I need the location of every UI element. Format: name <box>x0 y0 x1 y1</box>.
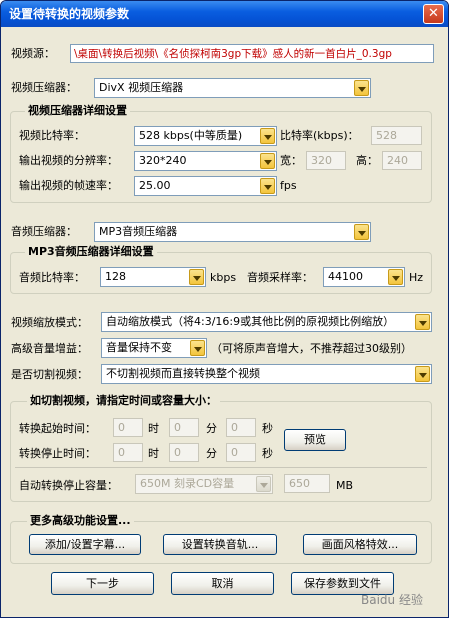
minute-unit: 分 <box>206 447 217 460</box>
cancel-button[interactable]: 取消 <box>171 572 274 595</box>
width-input[interactable]: 320 <box>306 151 346 170</box>
chevron-down-icon[interactable] <box>415 314 430 330</box>
video-bitrate-select[interactable]: 528 kbps(中等质量) <box>134 126 277 146</box>
second-unit: 秒 <box>262 422 273 435</box>
subtitle-button[interactable]: 添加/设置字幕... <box>29 534 141 555</box>
samplerate-label: 音频采样率： <box>247 271 313 284</box>
stop-hour-input[interactable]: 0 <box>113 443 143 462</box>
advanced-title: 更多高级功能设置... <box>27 514 134 528</box>
capacity-custom-input[interactable]: 650 <box>284 474 330 493</box>
cut-divider <box>15 467 427 468</box>
video-details-title: 视频压缩器详细设置 <box>25 104 130 118</box>
bitrate-custom-label: 比特率(kbps)： <box>280 129 359 142</box>
chevron-down-icon[interactable] <box>260 178 275 194</box>
resolution-label: 输出视频的分辨率： <box>19 154 118 167</box>
chevron-down-icon[interactable] <box>354 224 369 240</box>
audio-bitrate-label: 音频比特率： <box>19 271 85 284</box>
chevron-down-icon[interactable] <box>415 366 430 382</box>
stop-minute-input[interactable]: 0 <box>169 443 199 462</box>
scale-mode-select[interactable]: 自动缩放模式（将4:3/16:9或其他比例的原视频比例缩放） <box>101 312 432 332</box>
dialog-window: 设置待转换的视频参数 ✕ 视频源： \桌面\转换后视频\《名侦探柯南3gp下载》… <box>0 0 449 618</box>
capacity-select[interactable]: 650M 刻录CD容量 <box>135 474 273 494</box>
audio-bitrate-select[interactable]: 128 <box>100 267 206 287</box>
video-codec-select[interactable]: DivX 视频压缩器 <box>94 78 371 98</box>
height-label: 高： <box>356 154 378 167</box>
capacity-unit: MB <box>336 479 354 492</box>
effects-button[interactable]: 画面风格特效... <box>303 534 417 555</box>
height-input[interactable]: 240 <box>382 151 422 170</box>
capacity-value: 650M 刻录CD容量 <box>140 477 235 490</box>
samplerate-unit: Hz <box>409 271 424 284</box>
volume-gain-value: 音量保持不变 <box>106 341 172 354</box>
audio-codec-value: MP3音频压缩器 <box>99 225 178 238</box>
resolution-value: 320*240 <box>139 154 187 167</box>
start-time-label: 转换起始时间： <box>19 422 96 435</box>
volume-gain-select[interactable]: 音量保持不变 <box>101 338 207 358</box>
cut-video-select[interactable]: 不切割视频而直接转换整个视频 <box>101 364 432 384</box>
framerate-unit: fps <box>280 179 297 192</box>
start-second-input[interactable]: 0 <box>226 418 256 437</box>
start-hour-input[interactable]: 0 <box>113 418 143 437</box>
title-bar[interactable]: 设置待转换的视频参数 ✕ <box>1 1 448 27</box>
video-codec-value: DivX 视频压缩器 <box>99 81 184 94</box>
samplerate-value: 44100 <box>328 270 363 283</box>
cut-video-label: 是否切割视频： <box>11 368 88 381</box>
source-path-field[interactable]: \桌面\转换后视频\《名侦探柯南3gp下载》感人的新一首白片_0.3gp <box>70 44 434 63</box>
start-minute-input[interactable]: 0 <box>169 418 199 437</box>
close-icon[interactable]: ✕ <box>423 4 444 24</box>
watermark-text: Baidu 经验 <box>361 593 423 607</box>
bitrate-custom-input[interactable]: 528 <box>371 126 422 145</box>
framerate-label: 输出视频的帧速率： <box>19 179 118 192</box>
second-unit: 秒 <box>262 447 273 460</box>
audio-track-button[interactable]: 设置转换音轨... <box>163 534 277 555</box>
next-button[interactable]: 下一步 <box>51 572 154 595</box>
chevron-down-icon[interactable] <box>260 153 275 169</box>
volume-gain-note: （可将原声音增大，不推荐超过30级别） <box>211 342 412 355</box>
width-label: 宽： <box>280 154 302 167</box>
chevron-down-icon[interactable] <box>260 128 275 144</box>
audio-details-title: MP3音频压缩器详细设置 <box>25 245 157 259</box>
chevron-down-icon[interactable] <box>256 476 271 492</box>
chevron-down-icon[interactable] <box>189 269 204 285</box>
video-bitrate-value: 528 kbps(中等质量) <box>139 129 243 142</box>
volume-gain-label: 高级音量增益： <box>11 342 88 355</box>
chevron-down-icon[interactable] <box>354 80 369 96</box>
cut-video-value: 不切割视频而直接转换整个视频 <box>106 367 260 380</box>
stop-time-label: 转换停止时间： <box>19 447 96 460</box>
chevron-down-icon[interactable] <box>190 340 205 356</box>
video-codec-label: 视频压缩器： <box>11 81 77 94</box>
framerate-select[interactable]: 25.00 <box>134 176 277 196</box>
audio-bitrate-value: 128 <box>105 270 126 283</box>
preview-button[interactable]: 预览 <box>284 429 346 451</box>
cut-settings-title: 如切割视频，请指定时间或容量大小： <box>27 394 220 408</box>
resolution-select[interactable]: 320*240 <box>134 151 277 171</box>
audio-codec-select[interactable]: MP3音频压缩器 <box>94 222 371 242</box>
samplerate-select[interactable]: 44100 <box>323 267 405 287</box>
audio-bitrate-unit: kbps <box>210 271 237 284</box>
window-title: 设置待转换的视频参数 <box>9 7 130 21</box>
chevron-down-icon[interactable] <box>388 269 403 285</box>
scale-mode-label: 视频缩放模式： <box>11 316 88 329</box>
stop-second-input[interactable]: 0 <box>226 443 256 462</box>
audio-codec-label: 音频压缩器： <box>11 225 77 238</box>
scale-mode-value: 自动缩放模式（将4:3/16:9或其他比例的原视频比例缩放） <box>106 315 395 328</box>
capacity-label: 自动转换停止容量： <box>19 479 118 492</box>
source-label: 视频源： <box>11 47 55 60</box>
minute-unit: 分 <box>206 422 217 435</box>
video-bitrate-label: 视频比特率： <box>19 129 85 142</box>
hour-unit: 时 <box>148 422 159 435</box>
hour-unit: 时 <box>148 447 159 460</box>
framerate-value: 25.00 <box>139 179 171 192</box>
